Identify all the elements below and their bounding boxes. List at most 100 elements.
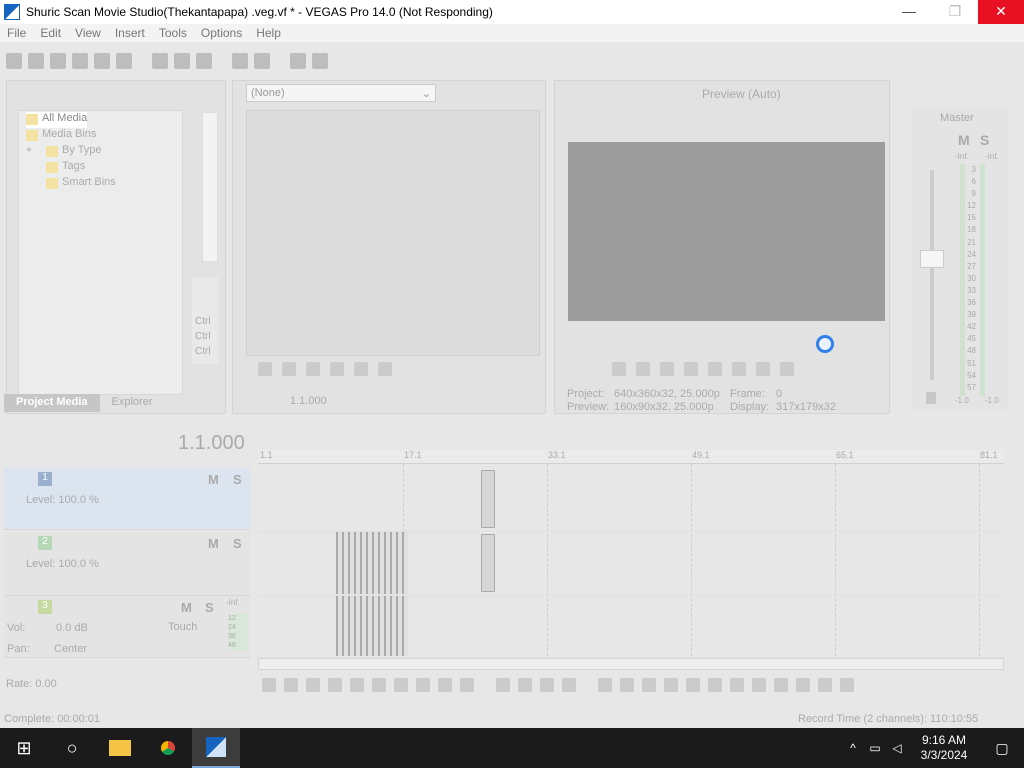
- stop-icon[interactable]: [732, 362, 746, 376]
- notifications-icon[interactable]: ▢: [980, 728, 1024, 768]
- split-icon[interactable]: [686, 678, 700, 692]
- prev-frame-icon[interactable]: [438, 678, 452, 692]
- video-clip-stripes[interactable]: [336, 532, 408, 594]
- properties-icon[interactable]: [116, 53, 132, 69]
- open-icon[interactable]: [28, 53, 44, 69]
- search-icon[interactable]: ○: [48, 728, 96, 768]
- play-icon[interactable]: [684, 362, 698, 376]
- play-from-start-icon[interactable]: [660, 362, 674, 376]
- master-fader[interactable]: [920, 250, 944, 268]
- selection-tool-icon[interactable]: [540, 678, 554, 692]
- undo-icon[interactable]: [232, 53, 248, 69]
- menu-view[interactable]: View: [68, 26, 108, 40]
- video-clip[interactable]: [481, 470, 495, 528]
- trim-start-icon[interactable]: [642, 678, 656, 692]
- menu-tools[interactable]: Tools: [152, 26, 194, 40]
- go-start-icon[interactable]: [756, 362, 770, 376]
- master-solo-button[interactable]: S: [980, 132, 989, 148]
- delete-icon[interactable]: [598, 678, 612, 692]
- next-frame-icon[interactable]: [460, 678, 474, 692]
- chrome-icon[interactable]: [144, 728, 192, 768]
- go-start-icon[interactable]: [394, 678, 408, 692]
- menu-edit[interactable]: Edit: [33, 26, 68, 40]
- go-start-icon[interactable]: [378, 362, 392, 376]
- save-as-icon[interactable]: [72, 53, 88, 69]
- cut-icon[interactable]: [152, 53, 168, 69]
- normal-edit-tool-icon[interactable]: [496, 678, 510, 692]
- minimize-button[interactable]: —: [886, 0, 932, 24]
- close-button[interactable]: ✕: [978, 0, 1024, 24]
- lock-envelopes-icon[interactable]: [840, 678, 854, 692]
- preview-quality-dropdown[interactable]: Preview (Auto): [702, 87, 781, 101]
- zoom-tool-icon[interactable]: [562, 678, 576, 692]
- start-button[interactable]: ⊞: [0, 728, 48, 768]
- marker-icon[interactable]: [730, 678, 744, 692]
- mute-button[interactable]: M: [181, 600, 192, 615]
- pause-icon[interactable]: [350, 678, 364, 692]
- mute-button[interactable]: M: [208, 472, 219, 487]
- go-end-icon[interactable]: [416, 678, 430, 692]
- trimmer-area[interactable]: [246, 110, 540, 356]
- loop-icon[interactable]: [258, 362, 272, 376]
- tree-item-media-bins[interactable]: Media Bins: [26, 128, 96, 144]
- audio-clip[interactable]: [336, 596, 408, 656]
- maximize-button[interactable]: ❐: [932, 0, 978, 24]
- help-icon[interactable]: [312, 53, 328, 69]
- video-track-1-lane[interactable]: [258, 468, 1004, 532]
- timeline-scrollbar[interactable]: [258, 658, 1004, 670]
- video-clip[interactable]: [481, 534, 495, 592]
- whats-this-icon[interactable]: [290, 53, 306, 69]
- pause-icon[interactable]: [708, 362, 722, 376]
- record-icon[interactable]: [262, 678, 276, 692]
- automation-mode[interactable]: Touch: [168, 621, 197, 633]
- auto-crossfade-icon[interactable]: [796, 678, 810, 692]
- loop-icon[interactable]: [636, 362, 650, 376]
- copy-icon[interactable]: [174, 53, 190, 69]
- trim-icon[interactable]: [620, 678, 634, 692]
- new-project-icon[interactable]: [6, 53, 22, 69]
- pause-icon[interactable]: [330, 362, 344, 376]
- render-icon[interactable]: [94, 53, 110, 69]
- solo-button[interactable]: S: [233, 536, 242, 551]
- lock-icon[interactable]: [926, 392, 936, 404]
- menu-options[interactable]: Options: [194, 26, 249, 40]
- video-track-2-header[interactable]: 2 Level: 100.0 % M S: [4, 532, 250, 596]
- tree-item-all-media[interactable]: All Media: [26, 112, 88, 128]
- snapping-icon[interactable]: [774, 678, 788, 692]
- solo-button[interactable]: S: [233, 472, 242, 487]
- network-icon[interactable]: ▭: [864, 728, 886, 768]
- vegas-taskbar-icon[interactable]: [192, 728, 240, 768]
- paste-icon[interactable]: [196, 53, 212, 69]
- trim-end-icon[interactable]: [664, 678, 678, 692]
- master-mute-button[interactable]: M: [958, 132, 970, 148]
- redo-icon[interactable]: [254, 53, 270, 69]
- clock[interactable]: 9:16 AM 3/3/2024: [908, 733, 980, 763]
- tree-item-by-type[interactable]: By Type: [46, 144, 102, 160]
- tab-explorer[interactable]: Explorer: [100, 394, 165, 412]
- audio-track-3-header[interactable]: 3 M S -Inf. Vol: 0.0 dB Pan: Center Touc…: [4, 596, 250, 658]
- save-icon[interactable]: [50, 53, 66, 69]
- go-end-icon[interactable]: [780, 362, 794, 376]
- file-explorer-icon[interactable]: [96, 728, 144, 768]
- menu-insert[interactable]: Insert: [108, 26, 152, 40]
- solo-button[interactable]: S: [205, 600, 214, 615]
- volume-muted-icon[interactable]: ◁: [886, 728, 908, 768]
- trimmer-dropdown[interactable]: (None) ⌄: [246, 84, 436, 102]
- stop-icon[interactable]: [354, 362, 368, 376]
- play-icon[interactable]: [306, 362, 320, 376]
- chevron-up-icon[interactable]: ^: [842, 728, 864, 768]
- menu-help[interactable]: Help: [249, 26, 288, 40]
- envelope-tool-icon[interactable]: [518, 678, 532, 692]
- play-from-start-icon[interactable]: [306, 678, 320, 692]
- timeline-ruler[interactable]: 1.1 17.1 33.1 49.1 65.1 81.1: [258, 450, 1004, 464]
- stop-icon[interactable]: [372, 678, 386, 692]
- tab-project-media[interactable]: Project Media: [4, 394, 100, 412]
- play-icon[interactable]: [328, 678, 342, 692]
- video-track-1-header[interactable]: 1 Level: 100.0 % M S: [4, 468, 250, 530]
- mute-button[interactable]: M: [208, 536, 219, 551]
- tree-scrollbar[interactable]: [202, 112, 218, 262]
- tree-item-smart-bins[interactable]: Smart Bins: [46, 176, 116, 192]
- tree-item-tags[interactable]: Tags: [46, 160, 85, 176]
- region-icon[interactable]: [752, 678, 766, 692]
- play-from-start-icon[interactable]: [282, 362, 296, 376]
